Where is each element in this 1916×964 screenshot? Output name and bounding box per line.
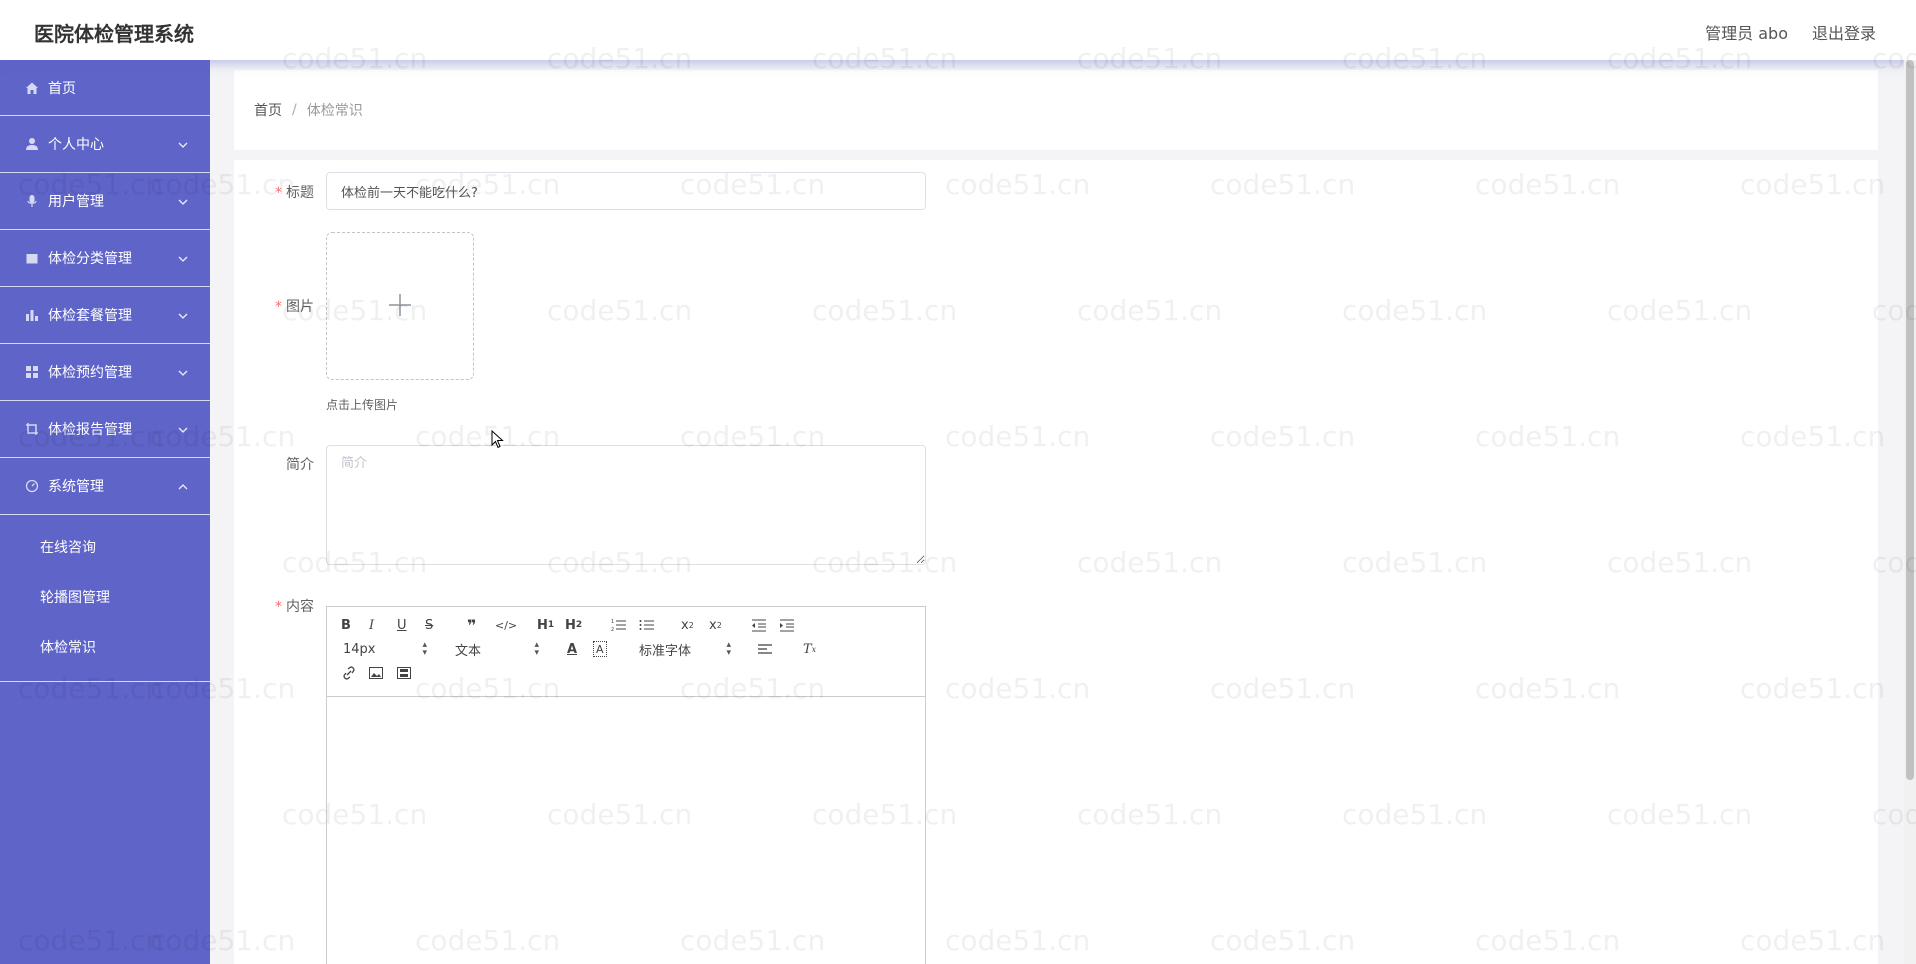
top-header: 医院体检管理系统 管理员 abo 退出登录: [0, 0, 1916, 60]
code-icon[interactable]: </>: [495, 615, 517, 635]
chevron-down-icon: [178, 421, 188, 437]
edit-form: *标题 *图片 点击上传图片 简介 *内容 B I U S ❞ </> H1: [234, 160, 1878, 964]
sidebar-subitem-health-knowledge[interactable]: 体检常识: [0, 623, 210, 673]
chevron-down-icon: [178, 136, 188, 152]
chevron-down-icon: [178, 364, 188, 380]
logout-button[interactable]: 退出登录: [1812, 20, 1876, 44]
image-uploader[interactable]: [326, 232, 474, 380]
home-icon: [24, 80, 40, 96]
title-label: * 标题: [275, 185, 314, 201]
image-label: * 图片: [275, 299, 314, 315]
sidebar-item-label: 首页: [48, 80, 76, 97]
mouse-cursor-icon: [491, 429, 505, 454]
sidebar-item-system-management[interactable]: 系统管理: [0, 458, 210, 515]
chevron-down-icon: [178, 250, 188, 266]
sidebar-item-user-management[interactable]: 用户管理: [0, 173, 210, 230]
intro-textarea[interactable]: [326, 445, 926, 565]
breadcrumb-current: 体检常识: [306, 103, 363, 119]
sidebar-item-home[interactable]: 首页: [0, 60, 210, 116]
header-select[interactable]: 文本 ▴ ▾: [455, 639, 539, 659]
underline-icon[interactable]: U: [397, 615, 407, 635]
superscript-icon[interactable]: x2: [709, 615, 722, 635]
blockquote-icon[interactable]: ❞: [467, 615, 476, 635]
strike-icon[interactable]: S: [425, 615, 433, 635]
sidebar-subitem-online-consult[interactable]: 在线咨询: [0, 523, 210, 573]
content-label: * 内容: [275, 599, 314, 615]
svg-text:1: 1: [611, 619, 614, 625]
sidebar-item-report-management[interactable]: 体检报告管理: [0, 401, 210, 458]
sidebar: 首页 个人中心 用户管理 体检分类管理 体检套餐管理 体检预约管理 体检报告管理…: [0, 60, 210, 964]
svg-text:2: 2: [611, 627, 614, 632]
sidebar-item-package-management[interactable]: 体检套餐管理: [0, 287, 210, 344]
grid-icon: [24, 364, 40, 380]
font-color-icon[interactable]: A: [567, 639, 577, 659]
microphone-icon: [24, 193, 40, 209]
user-name[interactable]: 管理员 abo: [1705, 20, 1788, 44]
sidebar-item-appointment-management[interactable]: 体检预约管理: [0, 344, 210, 401]
box-icon: [24, 250, 40, 266]
main-content: 首页 / 体检常识 *标题 *图片 点击上传图片 简介 *内容 B I U S: [234, 70, 1878, 964]
crop-icon: [24, 421, 40, 437]
chevron-down-icon: [178, 307, 188, 323]
italic-icon[interactable]: I: [369, 615, 374, 635]
editor-toolbar: B I U S ❞ </> H1 H2 12 x2 x2 14px ▴ ▾ 文本…: [327, 607, 925, 697]
bar-chart-icon: [24, 307, 40, 323]
h2-icon[interactable]: H2: [565, 615, 582, 635]
ordered-list-icon[interactable]: 12: [611, 615, 627, 635]
font-size-select[interactable]: 14px ▴ ▾: [343, 639, 427, 659]
plus-icon: [388, 288, 412, 324]
sidebar-item-label: 体检分类管理: [48, 251, 132, 267]
video-icon[interactable]: [397, 663, 411, 683]
gauge-icon: [24, 478, 40, 494]
rich-text-editor: B I U S ❞ </> H1 H2 12 x2 x2 14px ▴ ▾ 文本…: [326, 606, 926, 964]
sidebar-item-label: 体检套餐管理: [48, 308, 132, 324]
font-family-select[interactable]: 标准字体 ▴ ▾: [639, 639, 731, 659]
align-icon[interactable]: [757, 639, 773, 659]
chevron-up-icon: [178, 478, 188, 494]
breadcrumb-separator: /: [292, 102, 297, 118]
indent-icon[interactable]: [779, 615, 795, 635]
sidebar-item-label: 体检预约管理: [48, 365, 132, 381]
breadcrumb-home[interactable]: 首页: [254, 100, 282, 120]
bullet-list-icon[interactable]: [639, 615, 655, 635]
outdent-icon[interactable]: [751, 615, 767, 635]
h1-icon[interactable]: H1: [537, 615, 554, 635]
sidebar-item-label: 系统管理: [48, 479, 104, 495]
image-icon[interactable]: [369, 663, 383, 683]
app-title: 医院体检管理系统: [34, 22, 194, 46]
sidebar-item-personal-center[interactable]: 个人中心: [0, 116, 210, 173]
intro-label: 简介: [286, 457, 314, 473]
background-color-icon[interactable]: A: [593, 641, 607, 657]
sidebar-item-label: 用户管理: [48, 194, 104, 210]
sidebar-item-category-management[interactable]: 体检分类管理: [0, 230, 210, 287]
clear-format-icon[interactable]: Tx: [803, 639, 816, 659]
subscript-icon[interactable]: x2: [681, 615, 694, 635]
editor-content-area[interactable]: [327, 697, 925, 964]
system-submenu: 在线咨询 轮播图管理 体检常识: [0, 515, 210, 682]
sidebar-item-label: 体检报告管理: [48, 422, 132, 438]
user-icon: [24, 136, 40, 152]
sidebar-item-label: 个人中心: [48, 137, 104, 153]
chevron-down-icon: [178, 193, 188, 209]
scrollbar-thumb[interactable]: [1906, 60, 1914, 780]
bold-icon[interactable]: B: [341, 615, 351, 635]
page-scrollbar[interactable]: [1904, 60, 1916, 964]
upload-tip: 点击上传图片: [326, 398, 399, 412]
header-user-area: 管理员 abo 退出登录: [1705, 20, 1876, 44]
link-icon[interactable]: [341, 663, 357, 683]
sidebar-subitem-carousel-management[interactable]: 轮播图管理: [0, 573, 210, 623]
title-input[interactable]: [326, 172, 926, 210]
breadcrumb: 首页 / 体检常识: [234, 70, 1878, 150]
